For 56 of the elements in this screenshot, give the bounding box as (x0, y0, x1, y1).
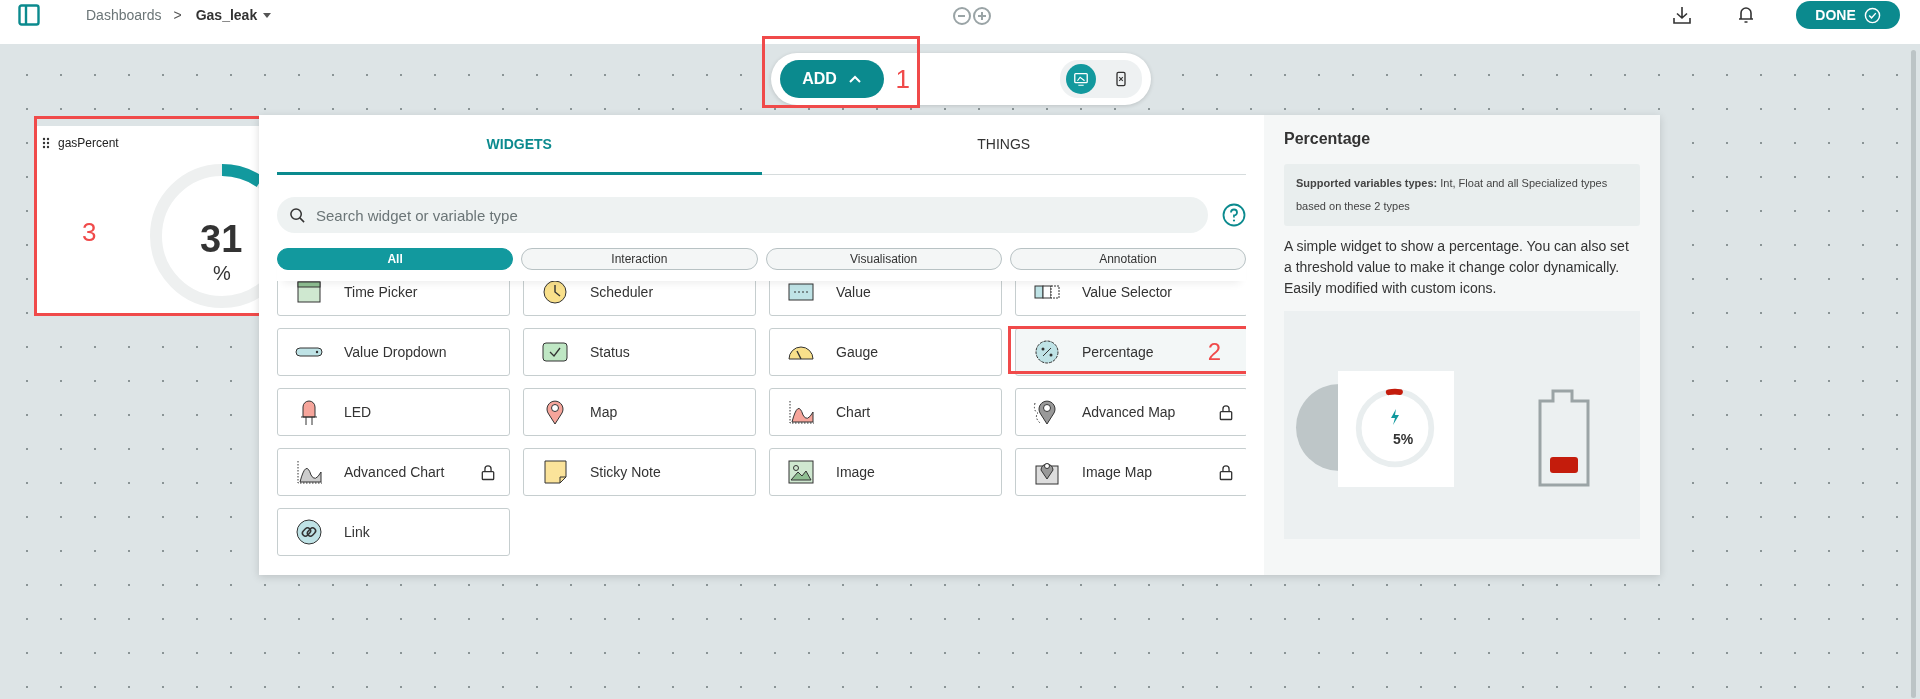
widget-option[interactable]: Image Map (1015, 448, 1246, 496)
widget-option[interactable]: Value (769, 281, 1002, 316)
annotation-number: 3 (82, 217, 97, 248)
chevron-up-icon (848, 75, 861, 83)
logo-icon (951, 6, 992, 26)
clock-icon (540, 281, 570, 307)
widget-option[interactable]: Percentage 2 (1015, 328, 1246, 376)
widget-description: A simple widget to show a percentage. You can also set a threshold value to make it change color dynamically. Easily modified with custom icons. (1284, 237, 1630, 298)
widget-title: gasPercent (58, 136, 119, 150)
filter-chip[interactable]: Annotation (1009, 248, 1246, 270)
drag-handle-icon[interactable] (42, 137, 50, 149)
dashboard-title[interactable]: Gas_leak (195, 3, 258, 27)
image-icon (786, 457, 816, 487)
breadcrumb-link[interactable]: Dashboards (86, 3, 162, 27)
widget-option[interactable]: Value Dropdown (277, 328, 510, 376)
percent-icon (1032, 337, 1062, 367)
widget-option[interactable]: Time Picker (277, 281, 510, 316)
done-button[interactable]: DONE (1796, 1, 1900, 29)
widget-option[interactable]: Value Selector (1015, 281, 1246, 316)
widget-option[interactable]: Sticky Note (523, 448, 756, 496)
filter-chip[interactable]: Interaction (521, 248, 758, 270)
lightning-icon (1390, 409, 1400, 425)
search-input[interactable]: Search widget or variable type (314, 205, 1196, 225)
widget-option[interactable]: Status (523, 328, 756, 376)
widget-option[interactable]: LED (277, 388, 510, 436)
search-field[interactable]: Search widget or variable type (277, 197, 1208, 233)
breadcrumb-separator: > (173, 6, 182, 25)
widget-option[interactable]: Link (277, 508, 510, 556)
desktop-view-button[interactable] (1065, 64, 1096, 94)
widget-unit: % (213, 262, 231, 285)
widget-option[interactable]: Scheduler (523, 281, 756, 316)
panel-tab[interactable]: WIDGETS (277, 115, 762, 175)
add-button[interactable]: ADD (779, 60, 884, 98)
panel-tab[interactable]: THINGS (761, 115, 1246, 175)
battery-icon (1538, 389, 1590, 487)
sidebar-toggle-icon[interactable] (18, 4, 40, 26)
download-icon[interactable] (1672, 5, 1692, 25)
preview-value: 5% (1393, 431, 1414, 447)
monitor-icon (1072, 71, 1089, 87)
widget-option[interactable]: Image (769, 448, 1002, 496)
bell-icon[interactable] (1736, 5, 1756, 25)
details-title: Percentage (1284, 130, 1372, 148)
search-icon (289, 206, 306, 224)
link-icon (294, 517, 324, 547)
supported-types-note: Supported variables types: Int, Float and all Specialized types based on these 2 types (1284, 164, 1640, 226)
widget-option[interactable]: Gauge (769, 328, 1002, 376)
annotation-number: 1 (895, 63, 910, 95)
help-icon[interactable] (1222, 203, 1246, 227)
check-circle-icon (1863, 6, 1881, 24)
widget-option[interactable]: Chart (769, 388, 1002, 436)
filter-chip[interactable]: Visualisation (765, 248, 1002, 270)
widget-option[interactable]: Map (523, 388, 756, 436)
caret-icon[interactable] (263, 13, 272, 18)
widget-value: 31 (200, 218, 243, 261)
widget-option[interactable]: Advanced Chart (277, 448, 510, 496)
widget-option[interactable]: Advanced Map (1015, 388, 1246, 436)
